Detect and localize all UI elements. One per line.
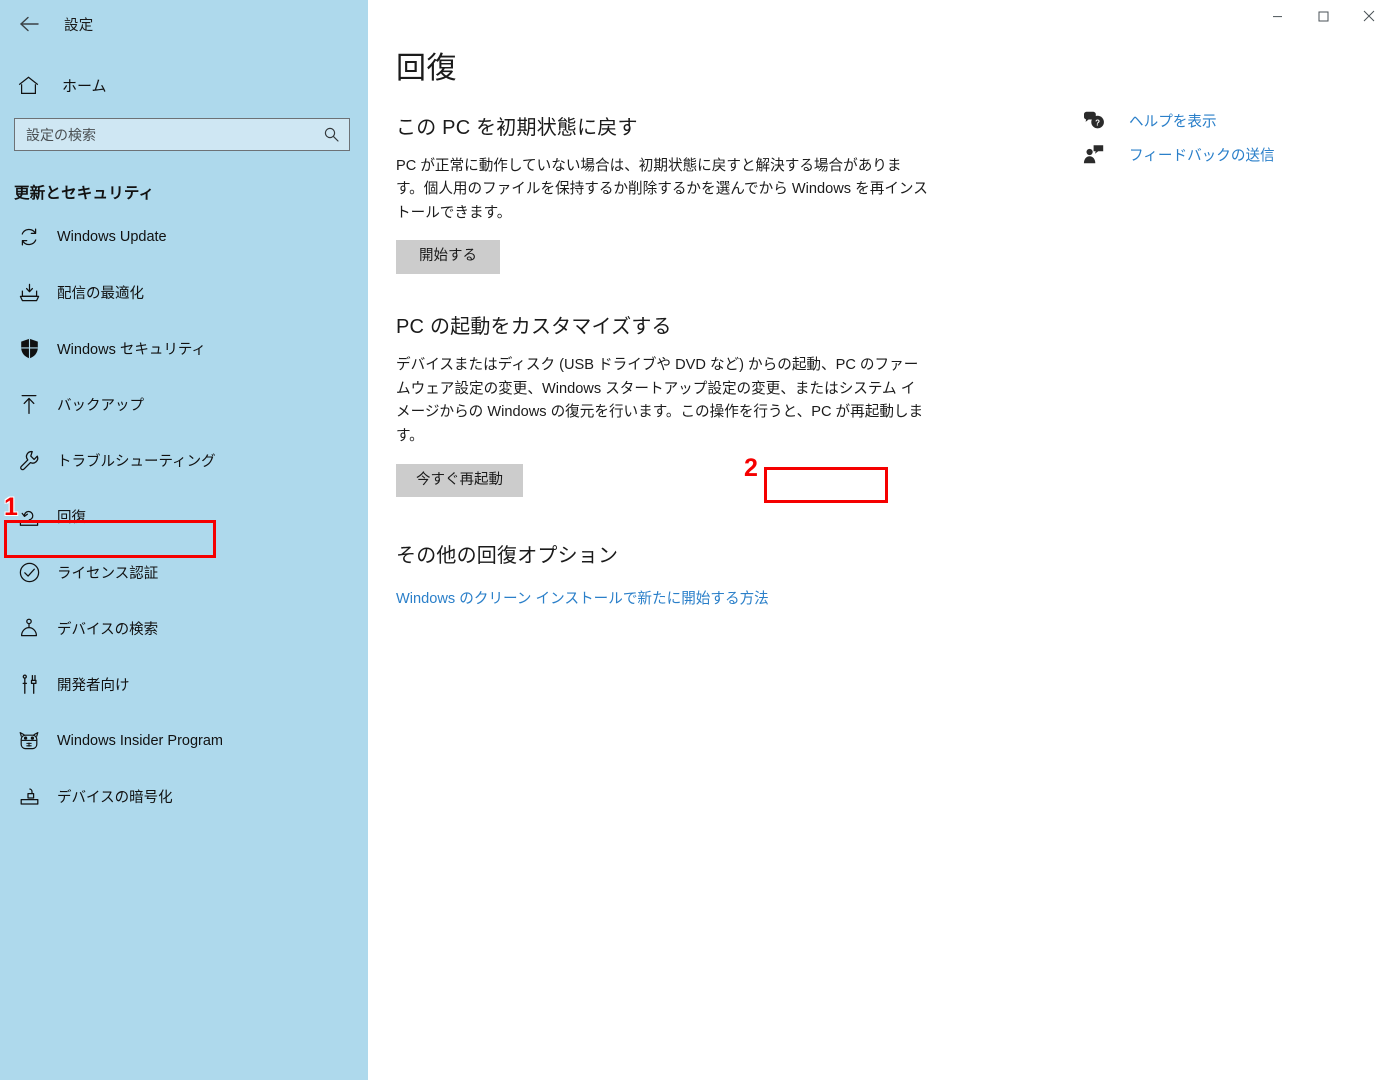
sidebar-item-label: デバイスの検索 <box>57 622 159 638</box>
sidebar-titlebar: 設定 <box>0 0 368 48</box>
send-feedback-link[interactable]: フィードバックの送信 <box>1083 137 1343 171</box>
recovery-page: 回復 この PC を初期状態に戻す PC が正常に動作していない場合は、初期状態… <box>396 52 956 608</box>
app-title: 設定 <box>64 17 94 34</box>
search-box[interactable] <box>14 118 350 151</box>
sidebar-item-label: Windows Update <box>57 228 167 245</box>
section-heading: その他の回復オプション <box>396 545 619 568</box>
sidebar: 設定 ホーム 更新とセキュリティ <box>0 0 368 1080</box>
sidebar-item-for-developers[interactable]: 開発者向け <box>0 665 368 704</box>
get-help-link[interactable]: ? ヘルプを表示 <box>1083 103 1343 137</box>
sidebar-item-label: ライセンス認証 <box>57 566 159 582</box>
settings-window: 設定 ホーム 更新とセキュリティ <box>0 0 1392 1080</box>
page-title: 回復 <box>396 52 457 85</box>
section-body: デバイスまたはディスク (USB ドライブや DVD など) からの起動、PC … <box>396 356 924 444</box>
minimize-icon[interactable] <box>1254 0 1300 32</box>
recovery-icon <box>14 507 44 527</box>
sidebar-nav-list: Windows Update 配信の最適化 Windows セキュリティ バック… <box>0 217 368 816</box>
sync-refresh-icon <box>14 227 44 247</box>
upload-arrow-icon <box>14 394 44 415</box>
more-recovery-options-section: その他の回復オプション Windows のクリーン インストールで新たに開始する… <box>396 539 956 608</box>
sidebar-item-label: デバイスの暗号化 <box>57 790 173 806</box>
close-icon[interactable] <box>1346 0 1392 32</box>
sidebar-section-header: 更新とセキュリティ <box>14 185 155 202</box>
rail-item-label: フィードバックの送信 <box>1129 147 1275 164</box>
sidebar-item-recovery[interactable]: 回復 <box>0 497 368 536</box>
section-heading: この PC を初期状態に戻す <box>396 116 638 139</box>
reset-pc-section: この PC を初期状態に戻す PC が正常に動作していない場合は、初期状態に戻す… <box>396 111 956 274</box>
sidebar-item-activation[interactable]: ライセンス認証 <box>0 553 368 592</box>
sidebar-home-label: ホーム <box>62 77 107 95</box>
sidebar-item-home[interactable]: ホーム <box>0 64 368 106</box>
rail-item-label: ヘルプを表示 <box>1129 113 1217 130</box>
sidebar-item-windows-update[interactable]: Windows Update <box>0 217 368 256</box>
sidebar-item-label: バックアップ <box>57 398 144 414</box>
ninjacat-icon <box>14 731 44 751</box>
sidebar-item-label: Windows セキュリティ <box>57 342 206 358</box>
advanced-startup-section: PC の起動をカスタマイズする デバイスまたはディスク (USB ドライブや D… <box>396 310 956 498</box>
get-started-button[interactable]: 開始する <box>396 240 500 274</box>
home-icon <box>18 76 44 95</box>
main-content: 回復 この PC を初期状態に戻す PC が正常に動作していない場合は、初期状態… <box>368 0 1392 1080</box>
svg-text:?: ? <box>1095 118 1100 127</box>
sidebar-item-device-encryption[interactable]: デバイスの暗号化 <box>0 777 368 816</box>
sidebar-item-backup[interactable]: バックアップ <box>0 385 368 424</box>
check-circle-icon <box>14 562 44 583</box>
section-heading: PC の起動をカスタマイズする <box>396 315 672 338</box>
sidebar-item-find-my-device[interactable]: デバイスの検索 <box>0 609 368 648</box>
sidebar-item-label: トラブルシューティング <box>57 454 216 470</box>
sidebar-item-windows-insider-program[interactable]: Windows Insider Program <box>0 721 368 760</box>
right-rail: ? ヘルプを表示 フィードバックの送信 <box>1083 103 1343 171</box>
back-arrow-icon[interactable] <box>12 9 46 39</box>
restart-now-button[interactable]: 今すぐ再起動 <box>396 463 523 498</box>
search-icon[interactable] <box>321 127 341 142</box>
sidebar-item-label: 開発者向け <box>57 678 130 694</box>
sidebar-item-windows-security[interactable]: Windows セキュリティ <box>0 329 368 368</box>
shield-icon <box>14 338 44 359</box>
device-encryption-lock-icon <box>14 787 44 807</box>
sidebar-item-label: 配信の最適化 <box>57 286 144 302</box>
wrench-icon <box>14 450 44 471</box>
section-body: PC が正常に動作していない場合は、初期状態に戻すと解決する場合があります。個人… <box>396 157 928 221</box>
sidebar-item-label: Windows Insider Program <box>57 732 223 749</box>
delivery-optimization-icon <box>14 283 44 303</box>
help-question-bubble-icon: ? <box>1083 111 1113 130</box>
feedback-person-icon <box>1083 144 1113 164</box>
sidebar-item-troubleshooting[interactable]: トラブルシューティング <box>0 441 368 480</box>
sidebar-item-delivery-optimization[interactable]: 配信の最適化 <box>0 273 368 312</box>
maximize-icon[interactable] <box>1300 0 1346 32</box>
clean-install-link[interactable]: Windows のクリーン インストールで新たに開始する方法 <box>396 587 769 608</box>
find-device-icon <box>14 618 44 639</box>
search-input[interactable] <box>26 119 321 150</box>
window-controls <box>1254 0 1392 32</box>
developer-tools-icon <box>14 674 44 695</box>
sidebar-item-label: 回復 <box>57 510 86 526</box>
